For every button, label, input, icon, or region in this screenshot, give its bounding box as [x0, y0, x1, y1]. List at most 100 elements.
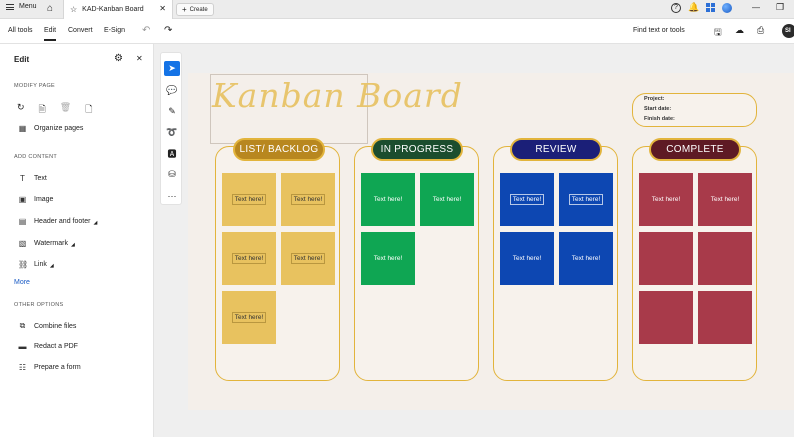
note-text: Text here! — [231, 312, 267, 323]
comment-icon[interactable]: 💬 — [164, 83, 180, 98]
select-arrow-icon[interactable]: ➤ — [164, 61, 180, 76]
sticky-note[interactable]: Text here! — [559, 173, 613, 226]
close-icon[interactable]: ✕ — [159, 4, 166, 13]
restore-icon[interactable]: ❐ — [776, 2, 784, 13]
add-text-item[interactable]: T Text — [18, 174, 47, 183]
note-text: Text here! — [651, 196, 681, 203]
note-text: Text here! — [290, 253, 326, 264]
sticky-note[interactable]: Text here! — [500, 173, 554, 226]
sticky-note[interactable]: Text here! — [281, 173, 335, 226]
sticky-note[interactable]: Text here! — [639, 173, 693, 226]
note-text: Text here! — [231, 253, 267, 264]
note-text: Text here! — [710, 196, 740, 203]
sticky-note[interactable]: Text here! — [361, 173, 415, 226]
sticky-note[interactable]: Text here! — [559, 232, 613, 285]
quick-tools-strip: ➤ 💬 ✎ ➰ 🅰 ⛁ ··· — [160, 52, 182, 205]
help-icon[interactable]: ? — [671, 2, 681, 13]
sticky-note[interactable]: Text here! — [281, 232, 335, 285]
add-image-item[interactable]: ▣ Image — [18, 195, 54, 204]
undo-icon[interactable]: ↶ — [142, 25, 150, 36]
sticky-note[interactable]: Text here! — [500, 232, 554, 285]
submenu-caret-icon: ◢ — [49, 263, 54, 269]
header-footer-icon: ▤ — [18, 216, 27, 226]
note-text: Text here! — [373, 196, 403, 203]
header-footer-label: Header and footer — [34, 217, 91, 225]
minimize-icon[interactable]: — — [752, 3, 760, 12]
tab-convert[interactable]: Convert — [68, 27, 93, 34]
insert-page-icon[interactable]: 🗋 — [85, 102, 92, 118]
start-date-field[interactable]: Start date: — [644, 106, 671, 112]
lasso-icon[interactable]: ➰ — [164, 125, 180, 140]
sticky-note[interactable]: Text here! — [698, 173, 752, 226]
menu-label: Menu — [19, 3, 37, 10]
sticky-note[interactable]: Text here! — [420, 173, 474, 226]
tab-all-tools[interactable]: All tools — [8, 27, 33, 34]
combine-files-icon: ⧉ — [19, 321, 26, 330]
watermark-item[interactable]: ▧ Watermark ◢ — [18, 238, 75, 249]
redo-icon[interactable]: ↷ — [164, 25, 172, 36]
sticky-note[interactable]: Text here! — [222, 232, 276, 285]
project-field[interactable]: Project: — [644, 96, 664, 102]
in-progress-header: IN PROGRESS — [371, 138, 463, 161]
create-button[interactable]: + Create — [176, 3, 214, 16]
text-box-icon[interactable]: 🅰 — [164, 146, 180, 161]
modify-page-heading: MODIFY PAGE — [14, 83, 55, 89]
redact-icon: ▬ — [18, 342, 27, 351]
globe-icon[interactable] — [722, 2, 733, 13]
bell-icon[interactable]: 🔔 — [688, 2, 699, 13]
print-icon[interactable]: ⎙ — [757, 25, 764, 36]
watermark-icon: ▧ — [18, 238, 27, 248]
sticky-note[interactable]: Text here! — [222, 291, 276, 344]
modify-page-icons: ↻ 🗎 🗑 🗋 — [17, 102, 92, 118]
stamp-icon[interactable]: ⛁ — [164, 167, 180, 182]
more-tools-icon[interactable]: ··· — [164, 188, 180, 203]
more-link[interactable]: More — [14, 279, 30, 286]
avatar[interactable]: SI — [782, 24, 794, 38]
home-icon[interactable]: ⌂ — [47, 3, 53, 14]
combine-files-item[interactable]: ⧉ Combine files — [18, 321, 77, 331]
note-text: Text here! — [432, 196, 462, 203]
edit-panel: Edit ⚙ ✕ MODIFY PAGE ↻ 🗎 🗑 🗋 ▦ Organize … — [0, 44, 154, 437]
redact-pdf-label: Redact a PDF — [34, 343, 78, 350]
sticky-note-empty[interactable] — [698, 291, 752, 344]
other-options-heading: OTHER OPTIONS — [14, 302, 64, 308]
document-tab[interactable]: ☆ KAD-Kanban Board ✕ — [63, 0, 173, 19]
star-icon[interactable]: ☆ — [70, 5, 77, 14]
organize-pages-item[interactable]: ▦ Organize pages — [18, 124, 84, 133]
note-text: Text here! — [231, 194, 267, 205]
sticky-note-empty[interactable] — [639, 232, 693, 285]
prepare-form-label: Prepare a form — [34, 364, 81, 371]
tab-edit[interactable]: Edit — [44, 27, 57, 41]
extract-page-icon[interactable]: 🗎 — [39, 102, 46, 118]
sticky-note-empty[interactable] — [698, 232, 752, 285]
delete-icon[interactable]: 🗑 — [60, 102, 71, 118]
link-icon: ⛓ — [18, 259, 29, 269]
board-title: Kanban Board — [212, 76, 463, 115]
redact-pdf-item[interactable]: ▬ Redact a PDF — [18, 342, 78, 351]
sticky-note[interactable]: Text here! — [222, 173, 276, 226]
note-text: Text here! — [568, 194, 604, 205]
watermark-label: Watermark — [34, 239, 68, 247]
pencil-icon[interactable]: ✎ — [164, 104, 180, 119]
find-tools-search[interactable]: Find text or tools — [633, 27, 685, 34]
sticky-note[interactable]: Text here! — [361, 232, 415, 285]
plus-icon: + — [182, 5, 187, 14]
rotate-icon[interactable]: ↻ — [17, 102, 25, 118]
tab-e-sign[interactable]: E-Sign — [104, 27, 125, 34]
gear-icon[interactable]: ⚙ — [114, 53, 123, 64]
menu-button[interactable]: Menu — [6, 3, 37, 10]
save-icon[interactable]: 🖫 — [714, 25, 722, 41]
finish-date-field[interactable]: Finish date: — [644, 116, 675, 122]
add-text-label: Text — [34, 175, 47, 182]
text-icon: T — [20, 174, 25, 183]
main-toolbar: All tools Edit Convert E-Sign ↶ ↷ Find t… — [0, 19, 794, 44]
link-item[interactable]: ⛓ Link ◢ — [18, 259, 54, 270]
sticky-note-empty[interactable] — [639, 291, 693, 344]
header-footer-item[interactable]: ▤ Header and footer ◢ — [18, 216, 98, 227]
upload-cloud-icon[interactable]: ☁ — [735, 25, 744, 36]
apps-icon[interactable] — [706, 3, 716, 12]
prepare-form-item[interactable]: ☷ Prepare a form — [18, 363, 81, 372]
close-panel-icon[interactable]: ✕ — [136, 54, 143, 63]
panel-title: Edit — [14, 55, 30, 64]
add-image-label: Image — [34, 196, 54, 203]
